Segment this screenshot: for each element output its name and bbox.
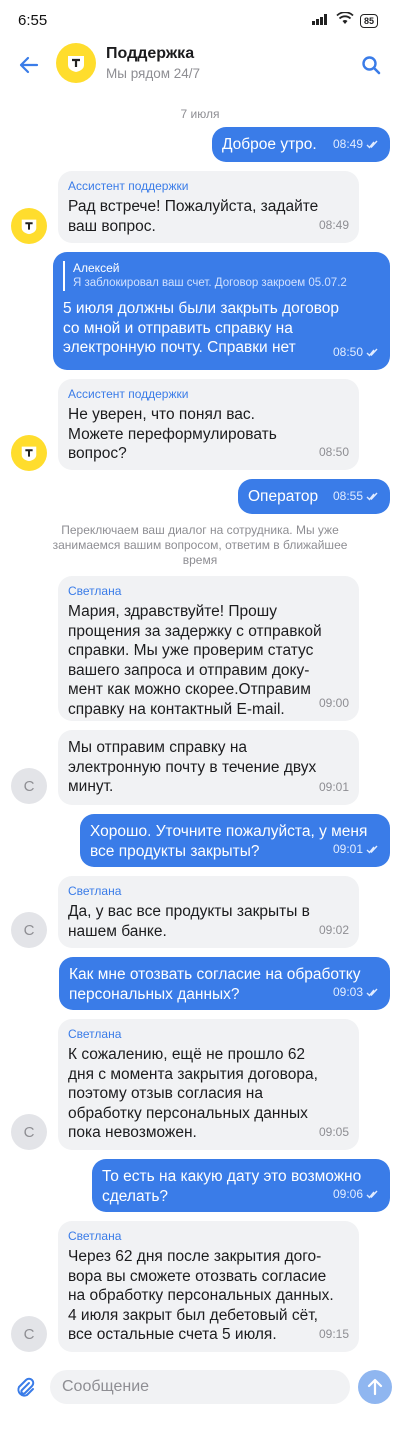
avatar-letter: С <box>23 1325 35 1343</box>
double-check-icon <box>366 140 378 149</box>
message-input[interactable] <box>50 1370 350 1404</box>
message-meta: 08:55 <box>333 487 380 507</box>
message-time: 08:49 <box>332 136 363 151</box>
message-text: Мария, здравствуйте! Прошу прощения за з… <box>68 603 322 718</box>
chat-title[interactable]: Поддержка <box>106 45 194 63</box>
message-text: Не уверен, что понял вас. Можете перефор… <box>68 406 277 462</box>
bank-logo-icon <box>21 446 37 462</box>
message-incoming[interactable]: Светлана Да, у вас все продукты закрыты … <box>58 876 359 948</box>
avatar-letter: С <box>23 777 35 795</box>
message-incoming[interactable]: Ассистент поддержки Рад встрече! Пожалуй… <box>58 171 359 243</box>
message-time: 08:50 <box>332 344 363 359</box>
message-sender: Светлана <box>68 884 122 898</box>
system-note: Переключаем ваш диалог на сотрудника. Мы… <box>52 523 348 567</box>
message-time: 09:01 <box>318 779 349 794</box>
message-outgoing[interactable]: Хорошо. Уточните пожалуйста, у меня все … <box>80 814 390 867</box>
message-time: 09:02 <box>318 922 349 937</box>
message-time: 09:03 <box>332 984 363 999</box>
message-time: 09:15 <box>318 1326 349 1341</box>
bank-logo-icon <box>21 219 37 235</box>
message-incoming[interactable]: Светлана Через 62 дня после закрытия дог… <box>58 1221 359 1352</box>
send-arrow-icon <box>367 1378 383 1396</box>
chat-header: Поддержка Мы рядом 24/7 <box>0 40 400 92</box>
search-button[interactable] <box>356 50 386 80</box>
date-separator: 7 июля <box>180 107 220 121</box>
bank-logo-icon <box>68 56 84 72</box>
bot-avatar[interactable] <box>11 435 47 471</box>
message-sender: Светлана <box>68 1027 122 1041</box>
message-outgoing[interactable]: Оператор 08:55 <box>238 479 390 514</box>
message-time: 09:00 <box>318 695 349 710</box>
message-outgoing[interactable]: Доброе утро. 08:49 <box>212 127 390 162</box>
double-check-icon <box>366 1190 378 1199</box>
message-meta: 09:03 <box>333 983 380 1003</box>
reply-quote[interactable]: Алексей Я заблокировал ваш счет. Договор… <box>63 261 380 291</box>
operator-avatar[interactable]: С <box>11 1316 47 1352</box>
message-text: К сожалению, ещё не прошло 62 дня с моме… <box>68 1046 318 1141</box>
status-icons: 85 <box>311 11 378 30</box>
message-sender: Светлана <box>68 584 122 598</box>
signal-icon <box>311 12 330 30</box>
message-incoming[interactable]: Мы отправим справку на электронную почту… <box>58 730 359 805</box>
search-icon <box>362 56 381 75</box>
operator-avatar[interactable]: С <box>11 768 47 804</box>
message-text: Через 62 дня после закрытия дого- вора в… <box>68 1248 334 1343</box>
reply-text: Я заблокировал ваш счет. Договор закроем… <box>73 277 347 289</box>
double-check-icon <box>366 988 378 997</box>
message-sender: Ассистент поддержки <box>68 387 189 401</box>
double-check-icon <box>366 492 378 501</box>
message-time: 09:01 <box>332 841 363 856</box>
back-arrow-icon <box>19 56 39 74</box>
back-button[interactable] <box>14 50 44 80</box>
operator-avatar[interactable]: С <box>11 1114 47 1150</box>
double-check-icon <box>366 348 378 357</box>
status-time: 6:55 <box>18 12 48 29</box>
message-time: 09:05 <box>318 1124 349 1139</box>
message-time: 08:50 <box>318 444 349 459</box>
chat-subtitle: Мы рядом 24/7 <box>106 66 201 81</box>
message-sender: Светлана <box>68 1229 122 1243</box>
message-meta: 09:01 <box>333 840 380 860</box>
avatar-letter: С <box>23 1123 35 1141</box>
message-sender: Ассистент поддержки <box>68 179 189 193</box>
system-nav-bar <box>0 1416 400 1456</box>
message-time: 08:55 <box>332 488 363 503</box>
message-input-wrap <box>50 1370 350 1404</box>
message-text: Да, у вас все продукты закрыты в нашем б… <box>68 903 310 940</box>
send-button[interactable] <box>358 1370 392 1404</box>
message-meta: 08:50 <box>333 343 380 363</box>
avatar-letter: С <box>23 921 35 939</box>
message-text: Мы отправим справку на электронную почту… <box>68 739 317 795</box>
status-bar: 6:55 85 <box>0 0 400 40</box>
message-meta: 08:49 <box>333 135 380 155</box>
operator-avatar[interactable]: С <box>11 912 47 948</box>
reply-author: Алексей <box>73 261 120 275</box>
battery-indicator: 85 <box>359 14 378 28</box>
support-avatar[interactable] <box>56 43 96 83</box>
double-check-icon <box>366 845 378 854</box>
message-time: 08:49 <box>318 217 349 232</box>
message-composer <box>0 1366 400 1408</box>
wifi-icon <box>336 11 354 30</box>
message-outgoing[interactable]: То есть на какую дату это возможно сдела… <box>92 1159 390 1212</box>
message-incoming[interactable]: Светлана К сожалению, ещё не прошло 62 д… <box>58 1019 359 1150</box>
message-meta: 09:06 <box>333 1185 380 1205</box>
bot-avatar[interactable] <box>11 208 47 244</box>
message-outgoing[interactable]: Как мне отозвать согласие на обработку п… <box>59 957 390 1010</box>
paperclip-icon <box>17 1377 35 1397</box>
message-incoming[interactable]: Ассистент поддержки Не уверен, что понял… <box>58 379 359 470</box>
attach-button[interactable] <box>12 1374 38 1400</box>
message-outgoing[interactable]: Алексей Я заблокировал ваш счет. Договор… <box>53 252 390 370</box>
message-time: 09:06 <box>332 1186 363 1201</box>
message-text: Рад встрече! Пожалуйста, задайте ваш воп… <box>68 198 319 235</box>
message-incoming[interactable]: Светлана Мария, здравствуйте! Прошу прощ… <box>58 576 359 721</box>
